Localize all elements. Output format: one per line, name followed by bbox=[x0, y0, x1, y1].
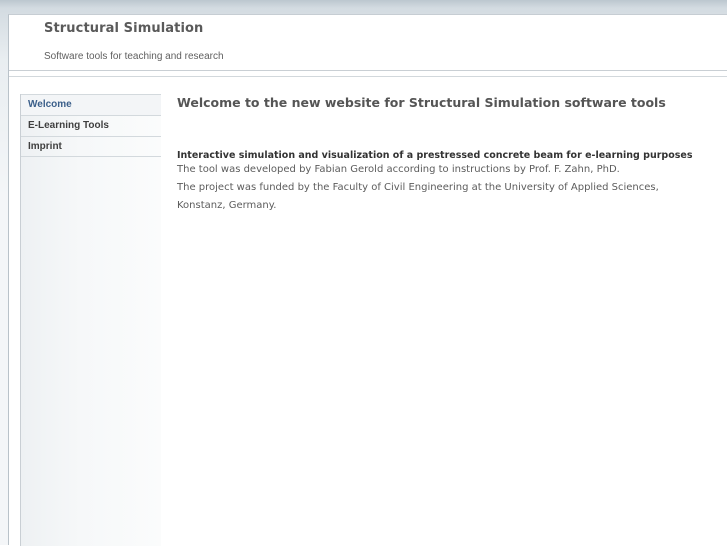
sidebar-item-welcome[interactable]: Welcome bbox=[21, 94, 161, 115]
header-divider bbox=[9, 76, 727, 77]
main-content: Welcome to the new website for Structura… bbox=[177, 94, 717, 215]
site-title[interactable]: Structural Simulation bbox=[44, 21, 203, 36]
project-description-line-1: The tool was developed by Fabian Gerold … bbox=[177, 164, 620, 175]
page-frame: Structural Simulation Software tools for… bbox=[8, 14, 727, 546]
sidebar-item-imprint[interactable]: Imprint bbox=[21, 136, 161, 157]
page-title: Welcome to the new website for Structura… bbox=[177, 95, 666, 110]
project-title: Interactive simulation and visualization… bbox=[177, 150, 693, 161]
project-description-line-3: Konstanz, Germany. bbox=[177, 200, 277, 211]
sidebar-item-e-learning-tools[interactable]: E-Learning Tools bbox=[21, 115, 161, 136]
site-tagline: Software tools for teaching and research bbox=[44, 51, 224, 62]
project-description-line-2: The project was funded by the Faculty of… bbox=[177, 182, 659, 193]
sidebar-nav: Welcome E-Learning Tools Imprint bbox=[20, 94, 161, 546]
site-header: Structural Simulation Software tools for… bbox=[9, 15, 727, 71]
